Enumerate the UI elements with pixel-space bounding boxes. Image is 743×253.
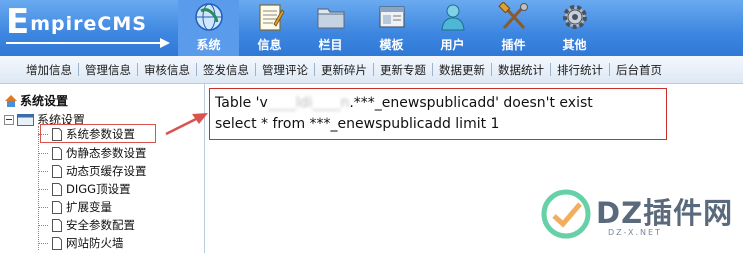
nav-user[interactable]: 用户 [422, 0, 483, 56]
collapse-icon[interactable] [4, 114, 14, 125]
nav-plugin[interactable]: 插件 [483, 0, 544, 56]
watermark-subtext: DZ-X.NET [608, 228, 662, 237]
nav-info[interactable]: 信息 [239, 0, 300, 56]
toolbar-add-info[interactable]: 增加信息 [0, 62, 78, 78]
toolbar-update-fragments[interactable]: 更新碎片 [315, 62, 373, 78]
tree-item-digg-settings[interactable]: DIGG顶设置 [38, 181, 131, 197]
document-icon [52, 236, 62, 250]
document-icon [52, 146, 62, 160]
folder-icon [317, 8, 345, 29]
document-icon [52, 200, 62, 214]
error-line-1: Table 'v____ldi____n.***_enewspublicadd'… [215, 95, 593, 111]
globe-icon [195, 3, 223, 31]
folder-tree-icon [17, 113, 34, 126]
tree-item-security-params[interactable]: 安全参数配置 [38, 217, 135, 233]
nav-label: 栏目 [318, 38, 343, 52]
main-nav: 系统 信息 栏目 模板 用户 插件 其他 [178, 0, 605, 56]
nav-template[interactable]: 模板 [361, 0, 422, 56]
logo-underline [6, 42, 164, 44]
document-icon [52, 182, 62, 196]
template-icon [379, 6, 405, 28]
toolbar-data-update[interactable]: 数据更新 [433, 62, 491, 78]
error-line-2: select * from ***_enewspublicadd limit 1 [215, 116, 500, 132]
nav-label: 其他 [562, 38, 587, 52]
nav-label: 插件 [501, 38, 526, 52]
tree-item-label: 动态页缓存设置 [66, 164, 147, 178]
document-icon [52, 218, 62, 232]
user-icon [441, 4, 465, 31]
toolbar-manage-comments[interactable]: 管理评论 [256, 62, 314, 78]
redacted-text: ____ldi____n [267, 95, 350, 111]
top-header: EmpireCMS 系统 信息 栏目 模板 用户 插件 其他 [0, 0, 743, 56]
tools-icon [498, 2, 528, 30]
toolbar-manage-info[interactable]: 管理信息 [79, 62, 137, 78]
nav-system[interactable]: 系统 [178, 0, 239, 56]
watermark-logo-icon [541, 189, 591, 239]
tree-item-label: 伪静态参数设置 [66, 146, 147, 160]
tree-item-rewrite-params[interactable]: 伪静态参数设置 [38, 145, 147, 161]
toolbar-data-stats[interactable]: 数据统计 [492, 62, 550, 78]
tree-item-page-cache[interactable]: 动态页缓存设置 [38, 163, 147, 179]
error-message-box: Table 'v____ldi____n.***_enewspublicadd'… [209, 88, 667, 140]
document-icon [52, 164, 62, 178]
toolbar-ranking-stats[interactable]: 排行统计 [551, 62, 609, 78]
toolbar-update-topics[interactable]: 更新专题 [374, 62, 432, 78]
sidebar-title: 系统设置 [4, 92, 68, 109]
gear-icon [563, 5, 587, 29]
tree-item-label: 扩展变量 [66, 200, 112, 214]
empirecms-logo: EmpireCMS [6, 2, 147, 42]
tree-item-label: DIGG顶设置 [66, 182, 131, 196]
tree-item-label: 安全参数配置 [66, 218, 135, 232]
home-icon [5, 95, 17, 107]
notepad-icon [259, 4, 285, 31]
tree-item-extend-vars[interactable]: 扩展变量 [38, 199, 112, 215]
watermark-text: DZ插件网 [596, 196, 734, 230]
logo-arrow-icon [160, 38, 170, 48]
nav-column[interactable]: 栏目 [300, 0, 361, 56]
annotation-highlight-box [40, 124, 156, 143]
tree-item-label: 网站防火墙 [66, 236, 124, 250]
annotation-arrow-icon [165, 113, 208, 136]
toolbar-sign-info[interactable]: 签发信息 [197, 62, 255, 78]
toolbar-admin-home[interactable]: 后台首页 [610, 62, 668, 78]
nav-label: 系统 [196, 38, 221, 52]
nav-label: 模板 [379, 38, 404, 52]
tree-item-firewall[interactable]: 网站防火墙 [38, 235, 124, 251]
toolbar-review-info[interactable]: 审核信息 [138, 62, 196, 78]
nav-label: 信息 [257, 38, 282, 52]
watermark: DZ插件网 DZ-X.NET [538, 186, 738, 246]
quick-toolbar: 增加信息 管理信息 审核信息 签发信息 管理评论 更新碎片 更新专题 数据更新 … [0, 56, 743, 84]
nav-label: 用户 [440, 38, 465, 52]
nav-other[interactable]: 其他 [544, 0, 605, 56]
